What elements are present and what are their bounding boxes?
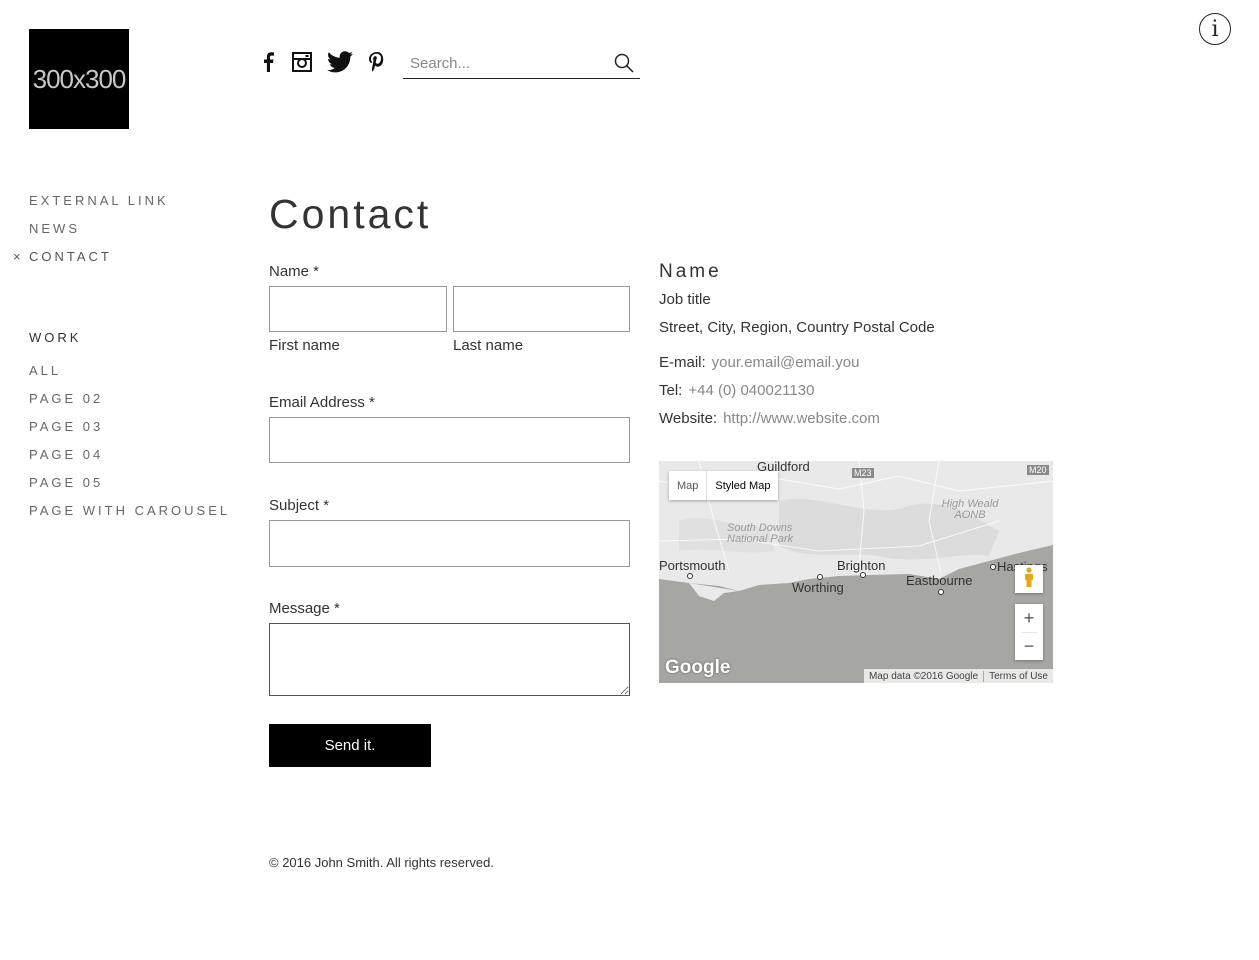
map-label-m23: M23	[852, 468, 874, 478]
footer-copyright: © 2016 John Smith. All rights reserved.	[269, 855, 494, 870]
nav-item-contact[interactable]: CONTACT	[29, 249, 112, 265]
map-type-styled-map[interactable]: Styled Map	[706, 471, 778, 500]
tel-link[interactable]: +44 (0) 040021130	[688, 382, 814, 399]
info-button[interactable]: i	[1199, 13, 1231, 45]
map-label-m20: M20	[1027, 465, 1049, 475]
nav-item-page-02[interactable]: PAGE 02	[29, 391, 103, 407]
search-icon[interactable]	[614, 53, 634, 78]
zoom-out-button[interactable]: −	[1015, 632, 1043, 660]
last-name-label: Last name	[453, 337, 524, 354]
message-label: Message *	[269, 600, 340, 617]
zoom-in-button[interactable]: +	[1015, 604, 1043, 632]
nav-item-all[interactable]: ALL	[29, 363, 61, 379]
pinterest-icon[interactable]	[367, 50, 387, 74]
info-icon: i	[1211, 16, 1219, 42]
website-label-text: Website:	[659, 410, 718, 427]
website-link[interactable]: http://www.website.com	[723, 410, 880, 427]
search-bar	[403, 48, 640, 79]
email-label: Email Address *	[269, 394, 375, 411]
pegman-icon	[1023, 566, 1035, 592]
map-label-high-weald: High Weald AONB	[941, 498, 999, 521]
nav-item-page-05[interactable]: PAGE 05	[29, 475, 103, 491]
email-field[interactable]	[269, 417, 630, 463]
contact-email-row: E-mail: your.email@email.you	[659, 354, 859, 372]
zoom-control: + −	[1015, 604, 1043, 660]
first-name-field[interactable]	[269, 286, 447, 332]
contact-address: Street, City, Region, Country Postal Cod…	[659, 319, 935, 336]
map-label-brighton: Brighton	[837, 558, 886, 573]
google-logo[interactable]: Google	[665, 657, 730, 679]
email-label-text: E-mail:	[659, 354, 706, 371]
map-label-worthing: Worthing	[792, 580, 844, 595]
pegman-button[interactable]	[1015, 565, 1043, 593]
subject-label: Subject *	[269, 497, 330, 514]
contact-website-row: Website: http://www.website.com	[659, 410, 880, 428]
contact-tel-row: Tel: +44 (0) 040021130	[659, 382, 814, 400]
current-page-marker: ×	[13, 249, 21, 264]
map-data-text: Map data ©2016 Google	[868, 670, 979, 682]
name-label: Name *	[269, 263, 320, 280]
nav-item-news[interactable]: NEWS	[29, 221, 80, 237]
search-input[interactable]	[410, 52, 610, 74]
nav-item-external-link[interactable]: EXTERNAL LINK	[29, 193, 169, 209]
map-type-control: Map Styled Map	[669, 471, 779, 500]
page-title: Contact	[269, 191, 432, 237]
map[interactable]: Guildford Portsmouth Brighton Worthing E…	[659, 461, 1053, 683]
map-type-map[interactable]: Map	[669, 471, 706, 500]
nav-heading-work: WORK	[29, 330, 82, 345]
send-button[interactable]: Send it.	[269, 724, 431, 767]
contact-name: Name	[659, 261, 722, 282]
email-link[interactable]: your.email@email.you	[712, 354, 860, 371]
map-attribution: Map data ©2016 Google Terms of Use	[863, 669, 1053, 683]
instagram-icon[interactable]	[291, 50, 313, 74]
nav-item-page-with-carousel[interactable]: PAGE WITH CAROUSEL	[29, 503, 230, 519]
twitter-icon[interactable]	[326, 50, 354, 74]
map-label-south-downs: South Downs National Park	[727, 522, 794, 545]
nav-item-page-04[interactable]: PAGE 04	[29, 447, 103, 463]
terms-of-use-link[interactable]: Terms of Use	[983, 670, 1053, 682]
first-name-label: First name	[269, 337, 340, 354]
contact-job-title: Job title	[659, 291, 711, 308]
message-field[interactable]	[269, 623, 630, 696]
map-label-eastbourne: Eastbourne	[906, 573, 973, 588]
map-label-portsmouth: Portsmouth	[659, 558, 726, 573]
last-name-field[interactable]	[453, 286, 630, 332]
subject-field[interactable]	[269, 520, 630, 567]
facebook-icon[interactable]	[258, 50, 278, 74]
nav-item-page-03[interactable]: PAGE 03	[29, 419, 103, 435]
site-logo[interactable]: 300x300	[29, 29, 129, 129]
tel-label-text: Tel:	[659, 382, 683, 399]
